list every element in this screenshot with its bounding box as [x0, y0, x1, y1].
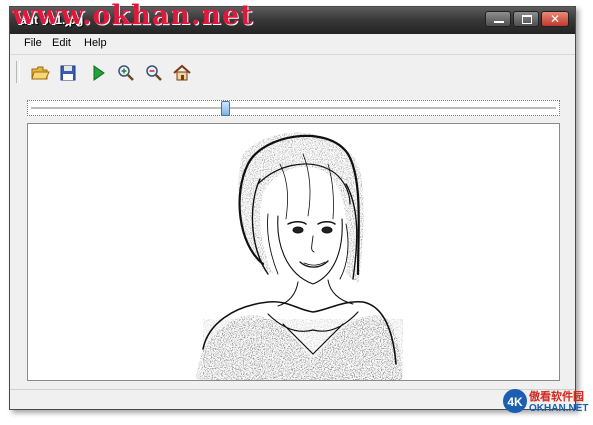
play-icon[interactable]: [88, 63, 108, 83]
watermark-url: www.okhan.net: [12, 0, 254, 31]
okhan-logo-icon: 4K: [503, 389, 527, 413]
toolbar-separator: [16, 61, 20, 83]
status-bar: [10, 389, 575, 408]
maximize-button[interactable]: [513, 11, 539, 27]
sketch-image: [196, 132, 403, 380]
zoom-out-icon[interactable]: [144, 63, 164, 83]
minimize-button[interactable]: [485, 11, 511, 27]
open-folder-icon[interactable]: [30, 63, 50, 83]
app-window: ant b01.jpg ✕ File Edit Help: [9, 6, 576, 410]
slider-thumb[interactable]: [221, 101, 230, 116]
minimize-icon: [486, 12, 510, 26]
position-slider[interactable]: [27, 100, 560, 116]
save-icon[interactable]: [58, 63, 78, 83]
menu-edit[interactable]: Edit: [52, 37, 71, 49]
menu-help[interactable]: Help: [84, 37, 107, 49]
watermark-logo: 4K 傲看软件园 OKHAN.NET: [502, 386, 590, 420]
home-icon[interactable]: [172, 63, 192, 83]
slider-groove: [31, 107, 556, 110]
close-icon: ✕: [549, 12, 561, 26]
zoom-in-icon[interactable]: [116, 63, 136, 83]
svg-text:4K: 4K: [507, 395, 523, 409]
watermark-en: OKHAN.NET: [529, 403, 589, 414]
image-canvas: [27, 123, 560, 381]
maximize-icon: [514, 12, 538, 26]
watermark-cn: 傲看软件园: [529, 391, 584, 403]
menu-file[interactable]: File: [24, 37, 42, 49]
close-button[interactable]: ✕: [541, 11, 569, 27]
menu-bar: File Edit Help: [10, 34, 575, 55]
toolbar: [10, 55, 575, 89]
